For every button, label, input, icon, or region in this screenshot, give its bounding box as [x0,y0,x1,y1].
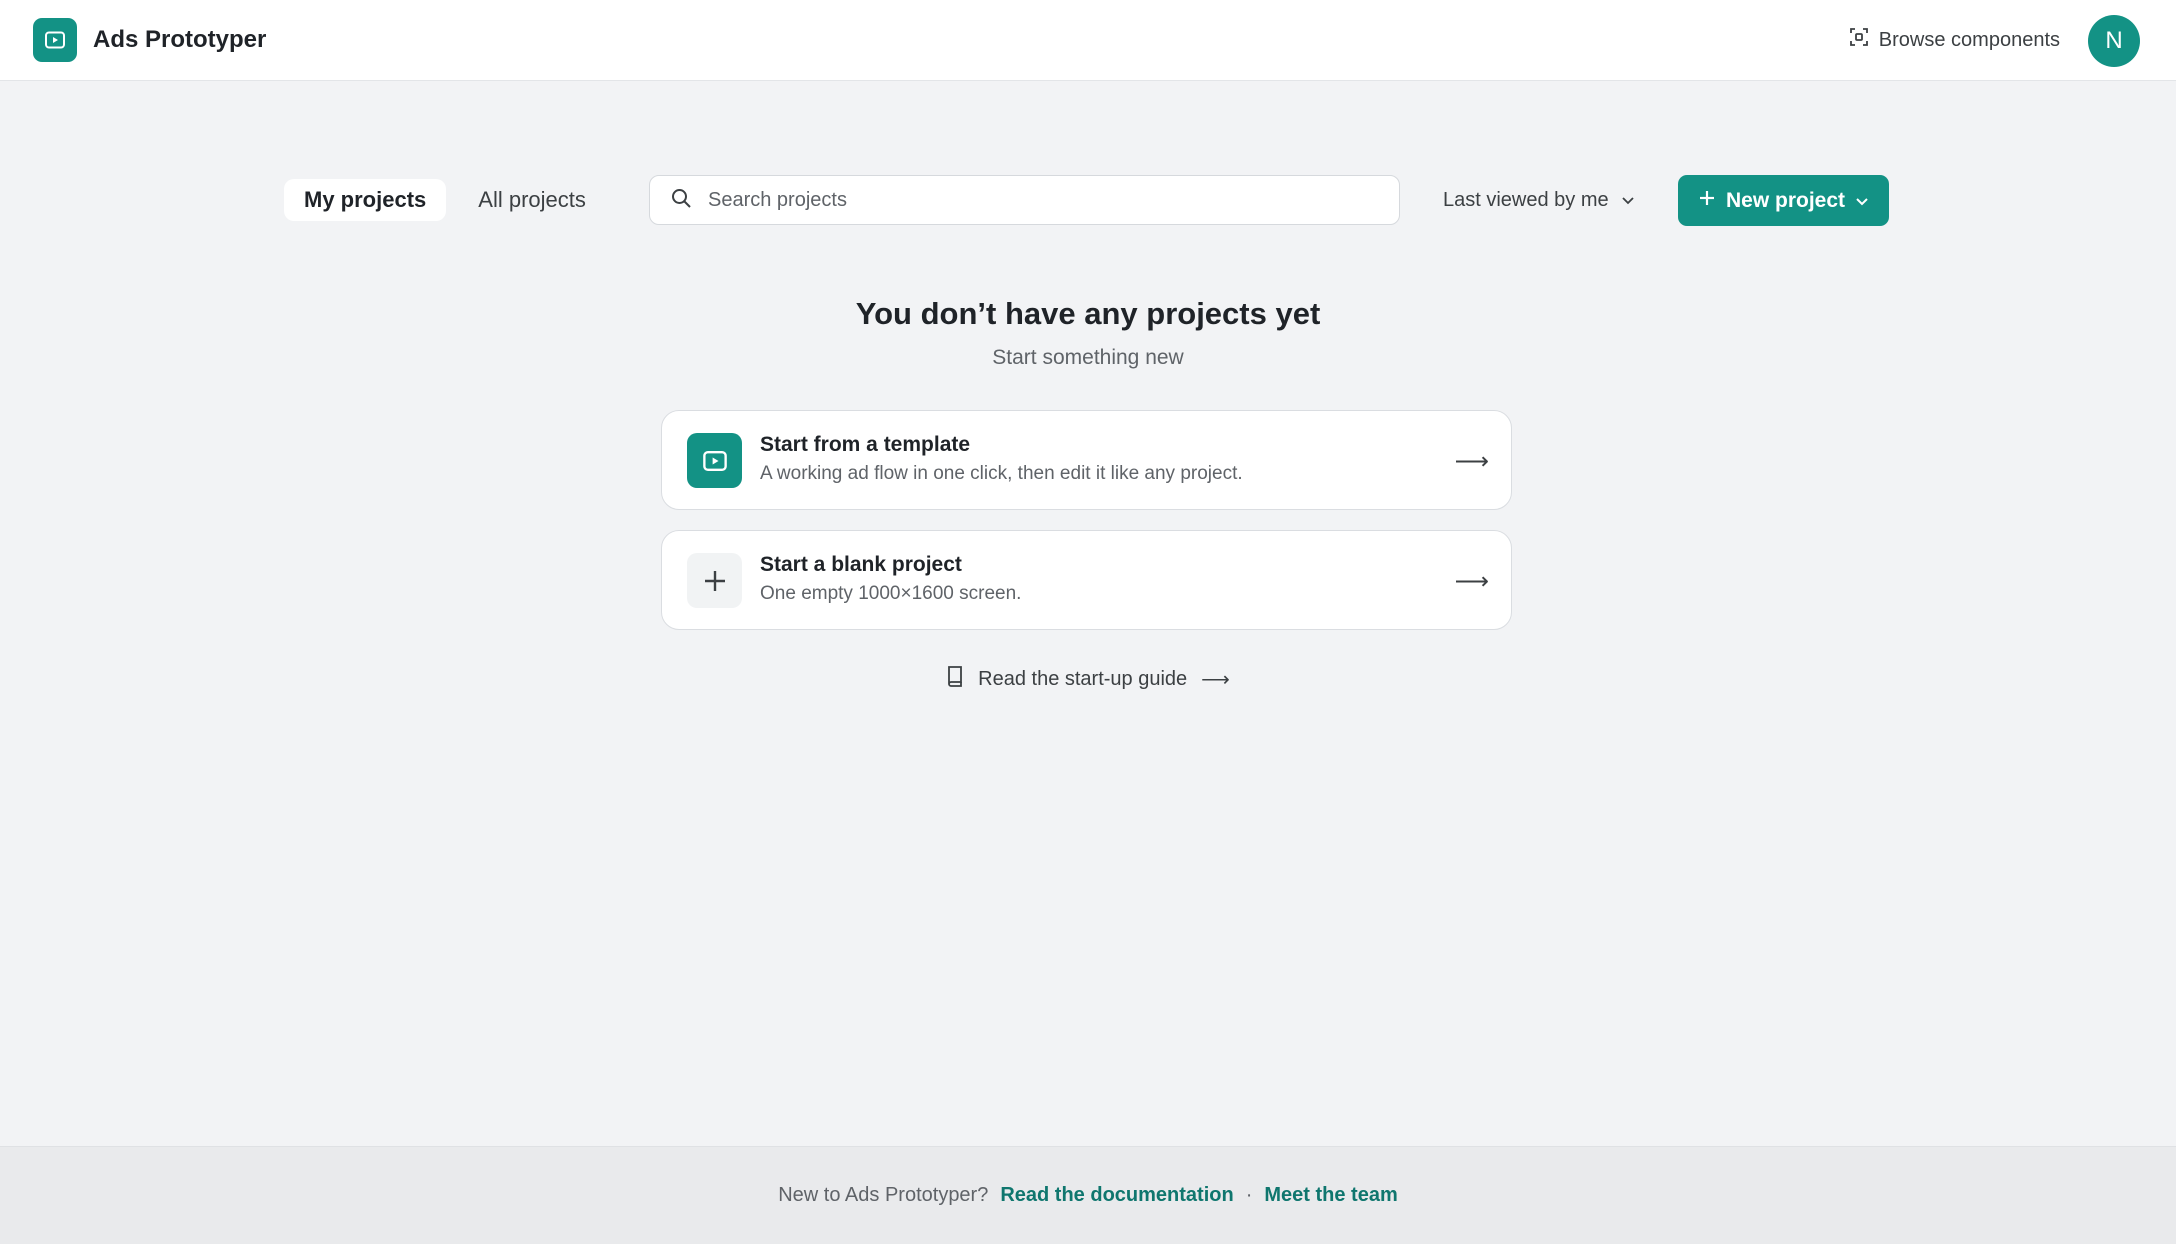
start-blank-project-card[interactable]: Start a blank project One empty 1000×160… [661,530,1512,630]
tab-my-projects[interactable]: My projects [284,179,447,221]
arrow-right-icon: ⟶ [1454,568,1489,595]
browse-components-label: Browse components [1878,28,2060,51]
card-title: Start a blank project [760,553,962,576]
search-icon [650,187,692,214]
user-avatar[interactable]: N [2088,15,2140,67]
start-from-template-card[interactable]: Start from a template A working ad flow … [661,410,1512,510]
empty-state-subtitle: Start something new [992,346,1184,369]
footer-prompt: New to Ads Prototyper? [778,1184,989,1206]
new-project-label: New project [1725,188,1846,212]
read-documentation-link[interactable]: Read the documentation [1000,1184,1233,1207]
new-project-button[interactable]: New project [1678,175,1889,226]
search-input[interactable] [706,187,1370,213]
book-icon [946,665,964,693]
meet-the-team-link[interactable]: Meet the team [1264,1184,1397,1207]
arrow-right-icon: ⟶ [1454,448,1489,475]
card-title: Start from a template [760,433,971,456]
startup-guide-link[interactable]: Read the start-up guide ⟶ [946,665,1230,693]
startup-guide-label: Read the start-up guide [978,667,1188,690]
app-logo-icon[interactable] [33,18,77,62]
scan-icon [1849,27,1869,53]
chevron-down-icon [1855,189,1869,213]
top-bar: Ads Prototyper Browse components N [0,0,2176,81]
footer: New to Ads Prototyper? Read the document… [0,1146,2176,1244]
plus-icon [687,553,742,608]
plus-icon [1698,189,1716,213]
project-tabs: My projects All projects [284,179,606,221]
footer-separator: · [1245,1184,1253,1206]
card-subtitle: One empty 1000×1600 screen. [760,583,1022,604]
arrow-right-icon: ⟶ [1201,668,1230,691]
chevron-down-icon [1621,189,1635,212]
sort-dropdown[interactable]: Last viewed by me [1443,182,1635,218]
search-box [649,175,1400,225]
tab-all-projects[interactable]: All projects [458,179,606,221]
sort-label: Last viewed by me [1443,188,1609,211]
play-screen-icon [687,433,742,488]
empty-state-title: You don’t have any projects yet [855,296,1321,331]
card-subtitle: A working ad flow in one click, then edi… [760,463,1243,484]
app-title: Ads Prototyper [93,26,267,53]
startup-guide: Read the start-up guide ⟶ [0,665,2176,693]
browse-components-button[interactable]: Browse components [1849,22,2060,58]
